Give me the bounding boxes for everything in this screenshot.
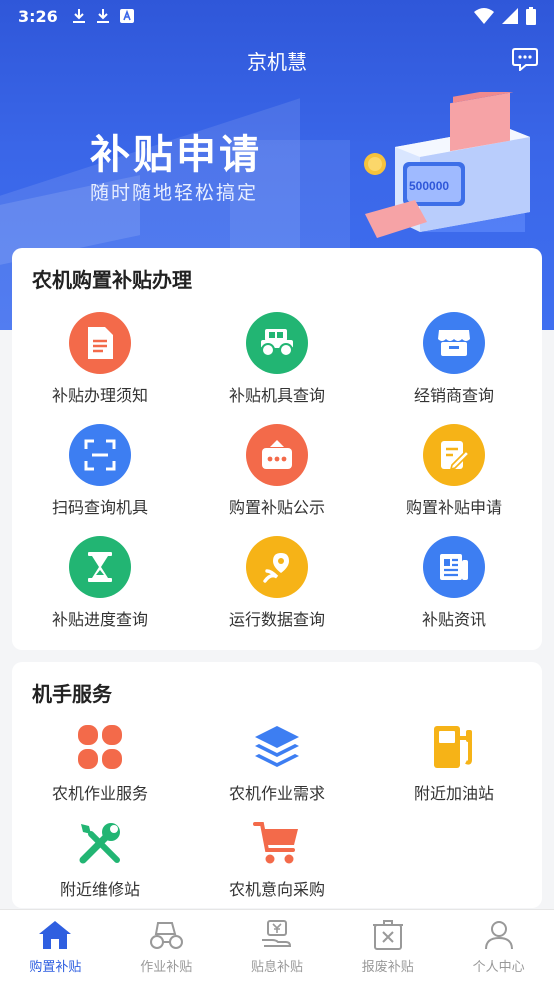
notice-board-icon: [246, 424, 308, 486]
banner-subtitle: 随时随地轻松搞定: [90, 182, 259, 204]
nav-scrap-subsidy[interactable]: 报废补贴: [332, 910, 443, 984]
machinery-purchase-intent-item[interactable]: 农机意向采购: [189, 818, 365, 900]
signal-icon: [502, 8, 518, 24]
document-icon: [69, 312, 131, 374]
grid-item-label: 购置补贴公示: [228, 498, 325, 517]
nearby-repair-station-item[interactable]: 附近维修站: [12, 818, 188, 900]
shopping-cart-icon: [252, 818, 302, 868]
bottom-navigation: 购置补贴 作业补贴 贴息补贴 报废补贴 个人中心: [0, 909, 554, 984]
home-icon: [39, 921, 72, 949]
scan-icon: [69, 424, 131, 486]
grid-item-label: 购置补贴申请: [405, 498, 502, 517]
grid-item-label: 经销商查询: [413, 386, 494, 405]
nav-label: 报废补贴: [361, 960, 414, 975]
money-counter-illustration: 500000: [364, 92, 530, 238]
tractor-icon: [246, 312, 308, 374]
nav-interest-subsidy[interactable]: 贴息补贴: [222, 910, 333, 984]
status-bar: 3:26: [0, 0, 554, 32]
subsidy-notice-item[interactable]: 购置补贴公示: [189, 424, 365, 518]
nav-label: 购置补贴: [29, 960, 82, 975]
nav-label: 个人中心: [472, 960, 525, 975]
tractor-outline-icon: [150, 922, 184, 949]
grid-item-label: 农机作业服务: [51, 784, 148, 803]
grid-item-label: 农机意向采购: [228, 880, 325, 899]
grid-item-label: 补贴机具查询: [228, 386, 325, 405]
nav-purchase-subsidy[interactable]: 购置补贴: [0, 910, 111, 984]
nav-label: 贴息补贴: [250, 960, 303, 975]
trash-box-icon: [372, 920, 403, 950]
subsidy-machine-query-item[interactable]: 补贴机具查询: [189, 312, 365, 406]
battery-icon: [526, 7, 536, 25]
purchase-subsidy-card: 农机购置补贴办理 补贴办理须知 补贴机具查询 经销商查询 扫码查询机具 购置补贴…: [12, 248, 542, 650]
edit-form-icon: [423, 424, 485, 486]
subsidy-apply-item[interactable]: 购置补贴申请: [366, 424, 542, 518]
wifi-icon: [474, 8, 494, 24]
subsidy-news-item[interactable]: 补贴资讯: [366, 536, 542, 630]
yuan-hand-icon: [261, 920, 291, 947]
banner-amount: 500000: [409, 179, 449, 193]
nearby-gas-station-item[interactable]: 附近加油站: [366, 722, 542, 804]
nav-work-subsidy[interactable]: 作业补贴: [111, 910, 222, 984]
clover-icon: [75, 722, 125, 772]
section-title: 农机购置补贴办理: [32, 268, 192, 292]
location-route-icon: [246, 536, 308, 598]
machinery-work-demand-item[interactable]: 农机作业需求: [189, 722, 365, 804]
page-title: 京机慧: [247, 49, 307, 74]
download-icon: [72, 9, 85, 23]
grid-item-label: 扫码查询机具: [51, 498, 148, 517]
download-icon: [96, 9, 109, 23]
message-icon[interactable]: [512, 47, 538, 71]
nav-personal-center[interactable]: 个人中心: [443, 910, 554, 984]
layers-icon: [252, 722, 302, 772]
progress-query-item[interactable]: 补贴进度查询: [12, 536, 188, 630]
scan-query-item[interactable]: 扫码查询机具: [12, 424, 188, 518]
grid-item-label: 农机作业需求: [228, 784, 325, 803]
nav-label: 作业补贴: [140, 960, 193, 975]
grid-item-label: 附近加油站: [413, 784, 494, 803]
a-icon: [119, 9, 134, 23]
grid-item-label: 附近维修站: [59, 880, 140, 899]
section-title: 机手服务: [32, 682, 112, 706]
app-title-bar: 京机慧: [0, 40, 554, 80]
news-icon: [423, 536, 485, 598]
operation-data-item[interactable]: 运行数据查询: [189, 536, 365, 630]
grid-item-label: 运行数据查询: [228, 610, 325, 629]
grid-item-label: 补贴办理须知: [51, 386, 148, 405]
hourglass-icon: [69, 536, 131, 598]
operator-service-card: 机手服务 农机作业服务 农机作业需求 附近加油站 附近维修站 农机意向采购: [12, 662, 542, 908]
subsidy-guide-item[interactable]: 补贴办理须知: [12, 312, 188, 406]
store-icon: [423, 312, 485, 374]
dealer-query-item[interactable]: 经销商查询: [366, 312, 542, 406]
banner-title: 补贴申请: [90, 132, 262, 178]
user-icon: [484, 921, 513, 950]
machinery-work-service-item[interactable]: 农机作业服务: [12, 722, 188, 804]
status-time: 3:26: [18, 6, 58, 26]
fuel-pump-icon: [429, 722, 479, 772]
wrench-screwdriver-icon: [75, 818, 125, 868]
grid-item-label: 补贴进度查询: [51, 610, 148, 629]
grid-item-label: 补贴资讯: [421, 610, 486, 629]
